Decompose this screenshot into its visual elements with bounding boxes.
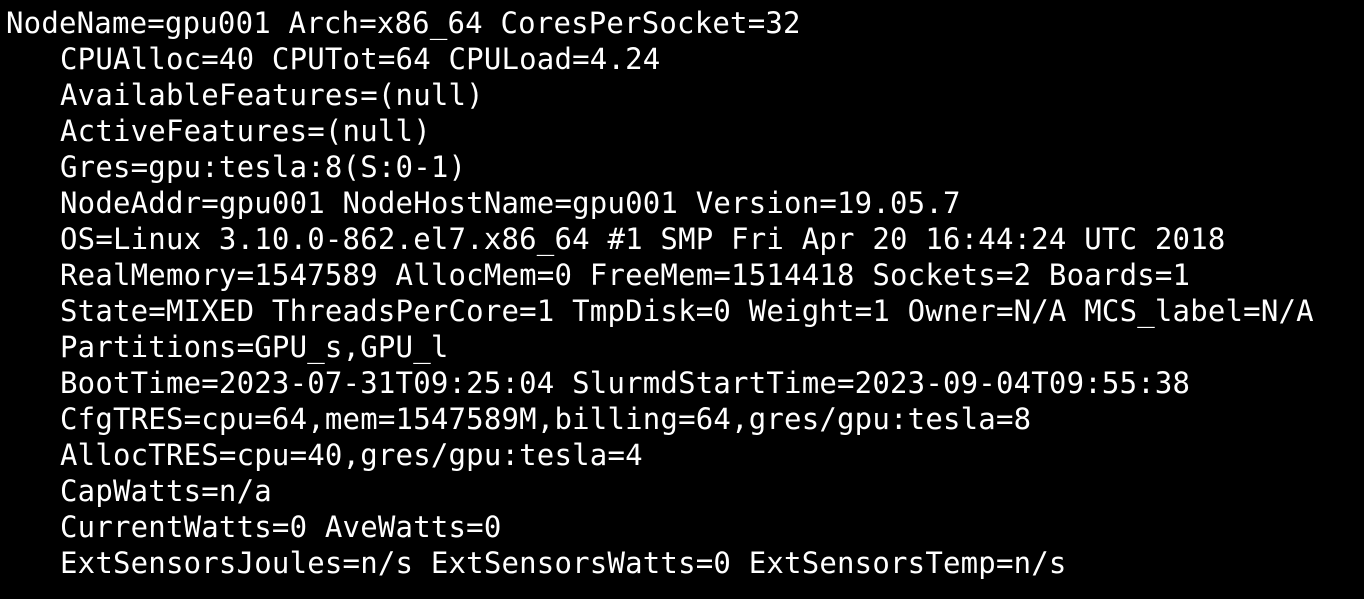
terminal-window[interactable]: NodeName=gpu001 Arch=x86_64 CoresPerSock…	[0, 0, 1364, 599]
terminal-line-realmemory: RealMemory=1547589 AllocMem=0 FreeMem=15…	[60, 258, 1191, 292]
terminal-line-gres: Gres=gpu:tesla:8(S:0-1)	[60, 150, 467, 184]
terminal-line-os: OS=Linux 3.10.0-862.el7.x86_64 #1 SMP Fr…	[60, 222, 1226, 256]
terminal-line-extsensors: ExtSensorsJoules=n/s ExtSensorsWatts=0 E…	[60, 546, 1067, 580]
terminal-line-boottime: BootTime=2023-07-31T09:25:04 SlurmdStart…	[60, 366, 1191, 400]
terminal-line-alloctres: AllocTRES=cpu=40,gres/gpu:tesla=4	[60, 438, 643, 472]
terminal-line-available-features: AvailableFeatures=(null)	[60, 78, 484, 112]
terminal-line-nodename: NodeName=gpu001 Arch=x86_64 CoresPerSock…	[6, 6, 801, 40]
terminal-line-state: State=MIXED ThreadsPerCore=1 TmpDisk=0 W…	[60, 294, 1314, 328]
terminal-line-nodeaddr: NodeAddr=gpu001 NodeHostName=gpu001 Vers…	[60, 186, 961, 220]
terminal-line-cpualloc: CPUAlloc=40 CPUTot=64 CPULoad=4.24	[60, 42, 661, 76]
terminal-line-partitions: Partitions=GPU_s,GPU_l	[60, 330, 449, 364]
terminal-line-currentwatts: CurrentWatts=0 AveWatts=0	[60, 510, 502, 544]
terminal-line-capwatts: CapWatts=n/a	[60, 474, 272, 508]
terminal-line-cfgtres: CfgTRES=cpu=64,mem=1547589M,billing=64,g…	[60, 402, 1032, 436]
terminal-line-active-features: ActiveFeatures=(null)	[60, 114, 431, 148]
